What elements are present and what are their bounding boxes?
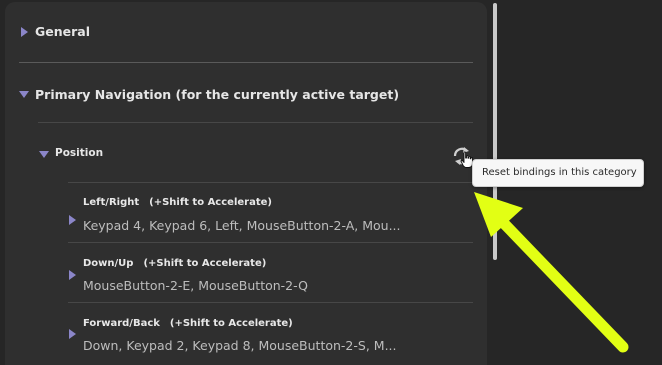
chevron-right-icon bbox=[21, 27, 28, 37]
binding-title: Down/Up (+Shift to Accelerate) bbox=[83, 258, 266, 269]
section-general-label: General bbox=[35, 24, 90, 39]
chevron-down-icon bbox=[39, 151, 49, 158]
binding-title: Left/Right (+Shift to Accelerate) bbox=[83, 197, 272, 208]
arrow-shaft bbox=[487, 206, 629, 353]
binding-name: Down/Up bbox=[83, 258, 134, 269]
binding-divider bbox=[68, 242, 473, 243]
section-primary-navigation-label: Primary Navigation (for the currently ac… bbox=[35, 87, 400, 102]
chevron-right-icon bbox=[69, 329, 76, 339]
chevron-down-icon bbox=[19, 91, 29, 98]
chevron-right-icon bbox=[69, 215, 76, 225]
section-divider bbox=[19, 62, 473, 63]
binding-divider bbox=[68, 302, 473, 303]
binding-name: Left/Right bbox=[83, 197, 140, 208]
binding-keys: MouseButton-2-E, MouseButton-2-Q bbox=[83, 278, 308, 293]
category-position-label: Position bbox=[55, 147, 104, 159]
section-divider bbox=[38, 122, 473, 123]
binding-keys: Keypad 4, Keypad 6, Left, MouseButton-2-… bbox=[83, 218, 401, 233]
binding-hint: (+Shift to Accelerate) bbox=[143, 258, 267, 269]
binding-keys: Down, Keypad 2, Keypad 8, MouseButton-2-… bbox=[83, 338, 397, 353]
category-divider bbox=[68, 182, 473, 183]
scrollbar[interactable] bbox=[493, 3, 497, 260]
binding-hint: (+Shift to Accelerate) bbox=[169, 318, 293, 329]
reset-tooltip: Reset bindings in this category bbox=[472, 159, 644, 187]
chevron-right-icon bbox=[69, 270, 76, 280]
binding-title: Forward/Back (+Shift to Accelerate) bbox=[83, 318, 293, 329]
binding-hint: (+Shift to Accelerate) bbox=[149, 197, 272, 208]
binding-name: Forward/Back bbox=[83, 318, 160, 329]
keybindings-panel: General Primary Navigation (for the curr… bbox=[5, 2, 487, 365]
settings-window: General Primary Navigation (for the curr… bbox=[0, 0, 662, 365]
